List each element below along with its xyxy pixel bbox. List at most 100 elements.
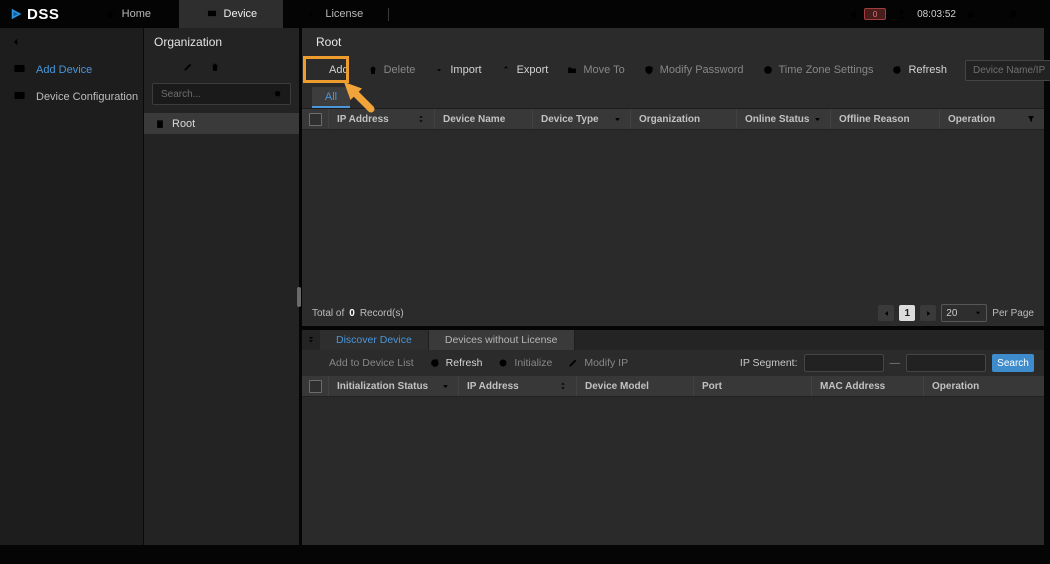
restore-button[interactable] — [1007, 8, 1019, 20]
tab-devices-without-license[interactable]: Devices without License — [429, 330, 575, 350]
org-delete-button[interactable] — [209, 61, 221, 73]
move-to-label: Move To — [583, 64, 624, 76]
tab-discover-device[interactable]: Discover Device — [320, 330, 429, 350]
device-search-input[interactable] — [971, 64, 1050, 77]
license-icon — [307, 8, 319, 20]
delete-label: Delete — [384, 64, 416, 76]
device-table-header: IP Address Device Name Device Type Organ… — [302, 109, 1044, 130]
dss-logo-icon — [10, 7, 24, 21]
chevron-down-icon[interactable] — [813, 115, 822, 124]
total-count: 0 — [349, 308, 355, 319]
chevron-down-icon[interactable] — [441, 382, 450, 391]
org-add-button[interactable] — [155, 61, 167, 73]
current-page[interactable]: 1 — [899, 305, 915, 321]
sort-icon[interactable] — [416, 114, 426, 124]
tree-node-root[interactable]: Root — [144, 113, 299, 134]
device-toolbar: Add Delete Import Export Move To Modify … — [302, 56, 1044, 84]
import-label: Import — [450, 64, 481, 76]
discover-table-body — [302, 397, 1044, 545]
modify-password-button[interactable]: Modify Password — [643, 64, 744, 76]
annotation-highlight-box — [303, 56, 349, 83]
tab-separator — [388, 8, 389, 21]
column-port: Port — [693, 376, 811, 396]
page-size-select[interactable]: 20 — [941, 304, 987, 322]
tab-license[interactable]: License — [283, 0, 387, 28]
add-to-device-list-button[interactable]: Add to Device List — [312, 357, 414, 369]
dss-logo: DSS — [0, 6, 75, 23]
select-all-checkbox[interactable] — [309, 113, 322, 126]
sidebar-item-add-device[interactable]: Add Device — [0, 56, 143, 83]
minimize-button[interactable] — [986, 8, 998, 20]
import-icon — [433, 64, 445, 76]
initialize-button[interactable]: Initialize — [497, 357, 552, 369]
collapse-panel-button[interactable] — [302, 330, 320, 350]
alarm-count-badge: 0 — [864, 8, 886, 20]
organization-tree: Root — [144, 113, 299, 134]
alarm-sound-button[interactable]: 0 — [848, 8, 886, 21]
organization-title: Organization — [144, 28, 299, 56]
device-tab-bar: All — [302, 84, 1044, 109]
annotation-arrow — [342, 80, 376, 114]
device-panel-title: Root — [302, 28, 1044, 56]
lock-icon[interactable] — [965, 8, 977, 20]
org-search-input[interactable] — [159, 88, 273, 101]
select-all-cell — [302, 109, 328, 129]
ip-segment-start-input[interactable] — [804, 354, 884, 372]
organization-icon — [154, 118, 166, 130]
tab-device[interactable]: Device — [179, 0, 283, 28]
column-initialization-status[interactable]: Initialization Status — [328, 376, 458, 396]
export-button[interactable]: Export — [500, 64, 549, 76]
ip-segment-label: IP Segment: — [740, 357, 798, 369]
close-button[interactable] — [1028, 8, 1040, 20]
time-zone-icon — [762, 64, 774, 76]
add-device-icon — [12, 62, 27, 77]
tab-license-label: License — [325, 8, 363, 20]
column-organization: Organization — [630, 109, 736, 129]
panel-resize-handle[interactable] — [297, 287, 301, 307]
move-to-icon — [566, 64, 578, 76]
refresh-icon — [429, 357, 441, 369]
org-search-icon[interactable] — [273, 89, 284, 100]
next-page-button[interactable] — [920, 305, 936, 321]
modify-ip-icon — [567, 357, 579, 369]
org-edit-button[interactable] — [182, 61, 194, 73]
discover-select-all-checkbox[interactable] — [309, 380, 322, 393]
column-device-type[interactable]: Device Type — [532, 109, 630, 129]
back-button[interactable] — [0, 28, 143, 56]
discover-refresh-button[interactable]: Refresh — [429, 357, 483, 369]
tab-home-label: Home — [122, 8, 151, 20]
column-discover-ip-address[interactable]: IP Address — [458, 376, 576, 396]
column-online-status[interactable]: Online Status — [736, 109, 830, 129]
speaker-icon — [848, 8, 861, 21]
ip-search-button[interactable]: Search — [992, 354, 1034, 372]
ip-segment-end-input[interactable] — [906, 354, 986, 372]
user-icon[interactable] — [895, 8, 908, 21]
time-zone-settings-button[interactable]: Time Zone Settings — [762, 64, 874, 76]
refresh-button[interactable]: Refresh — [891, 64, 947, 76]
time-zone-label: Time Zone Settings — [779, 64, 874, 76]
titlebar-tabs: Home Device License — [75, 0, 389, 28]
tab-home[interactable]: Home — [75, 0, 179, 28]
dss-app: DSS Home Device License 0 08:03:52 — [0, 0, 1050, 564]
sidebar-item-device-configuration[interactable]: Device Configuration — [0, 83, 143, 110]
column-mac-address: MAC Address — [811, 376, 923, 396]
ip-segment-group: IP Segment: — Search — [740, 354, 1034, 372]
organization-search-box — [152, 83, 291, 105]
chevron-down-icon[interactable] — [613, 115, 622, 124]
device-search-box — [965, 60, 1050, 81]
titlebar-right: 0 08:03:52 — [848, 8, 1050, 21]
caret-left-icon — [882, 309, 891, 318]
pagination: 1 20 Per Page — [878, 304, 1034, 322]
filter-icon[interactable] — [1026, 114, 1036, 124]
import-button[interactable]: Import — [433, 64, 481, 76]
device-panel: Root Add Delete Import Export Move To — [302, 28, 1044, 326]
modify-ip-button[interactable]: Modify IP — [567, 357, 628, 369]
prev-page-button[interactable] — [878, 305, 894, 321]
move-to-button[interactable]: Move To — [566, 64, 624, 76]
delete-button[interactable]: Delete — [367, 64, 416, 76]
modify-password-label: Modify Password — [660, 64, 744, 76]
tab-device-label: Device — [224, 8, 258, 20]
column-operation[interactable]: Operation — [939, 109, 1044, 129]
sort-icon[interactable] — [558, 381, 568, 391]
device-table-body — [302, 130, 1044, 300]
